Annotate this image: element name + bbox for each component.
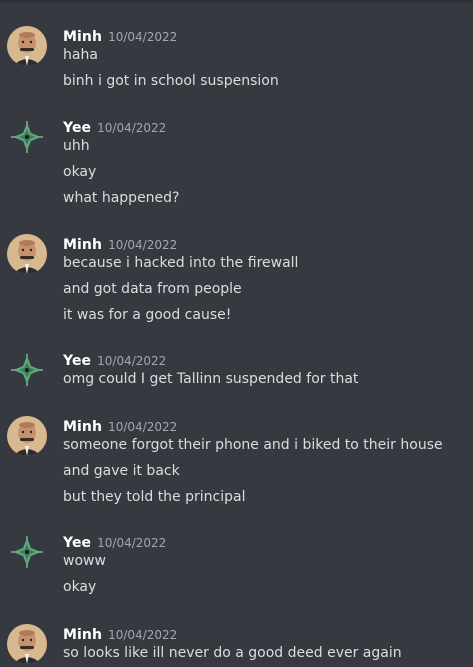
message-text: so looks like ill never do a good deed e… bbox=[63, 645, 402, 661]
message-header: Minh 10/04/2022 bbox=[63, 26, 178, 45]
username[interactable]: Yee bbox=[63, 535, 91, 551]
message-text: and gave it back bbox=[63, 463, 180, 479]
message-header: Minh 10/04/2022 bbox=[63, 624, 178, 643]
timestamp: 10/04/2022 bbox=[97, 536, 167, 550]
person-avatar-icon[interactable] bbox=[7, 26, 47, 66]
username[interactable]: Yee bbox=[63, 353, 91, 369]
message-text: okay bbox=[63, 579, 97, 595]
timestamp: 10/04/2022 bbox=[97, 121, 167, 135]
message-header: Yee 10/04/2022 bbox=[63, 532, 167, 551]
timestamp: 10/04/2022 bbox=[97, 354, 167, 368]
timestamp: 10/04/2022 bbox=[108, 238, 178, 252]
message-text: because i hacked into the firewall bbox=[63, 255, 299, 271]
person-avatar-icon[interactable] bbox=[7, 624, 47, 664]
message-text: binh i got in school suspension bbox=[63, 73, 279, 89]
message-text: uhh bbox=[63, 138, 90, 154]
person-avatar-icon[interactable] bbox=[7, 234, 47, 274]
username[interactable]: Yee bbox=[63, 120, 91, 136]
username[interactable]: Minh bbox=[63, 29, 102, 45]
top-divider bbox=[0, 0, 473, 3]
message-text: omg could I get Tallinn suspended for th… bbox=[63, 371, 359, 387]
username[interactable]: Minh bbox=[63, 419, 102, 435]
green-sparkle-avatar-icon[interactable] bbox=[7, 117, 47, 157]
message-text: someone forgot their phone and i biked t… bbox=[63, 437, 443, 453]
timestamp: 10/04/2022 bbox=[108, 30, 178, 44]
green-sparkle-avatar-icon[interactable] bbox=[7, 350, 47, 390]
message-text: haha bbox=[63, 47, 98, 63]
message-text: okay bbox=[63, 164, 97, 180]
message-text: but they told the principal bbox=[63, 489, 246, 505]
message-header: Yee 10/04/2022 bbox=[63, 117, 167, 136]
message-header: Minh 10/04/2022 bbox=[63, 234, 178, 253]
message-text: it was for a good cause! bbox=[63, 307, 232, 323]
message-header: Minh 10/04/2022 bbox=[63, 416, 178, 435]
person-avatar-icon[interactable] bbox=[7, 416, 47, 456]
message-text: what happened? bbox=[63, 190, 180, 206]
username[interactable]: Minh bbox=[63, 627, 102, 643]
message-header: Yee 10/04/2022 bbox=[63, 350, 167, 369]
message-text: woww bbox=[63, 553, 106, 569]
timestamp: 10/04/2022 bbox=[108, 420, 178, 434]
green-sparkle-avatar-icon[interactable] bbox=[7, 532, 47, 572]
username[interactable]: Minh bbox=[63, 237, 102, 253]
timestamp: 10/04/2022 bbox=[108, 628, 178, 642]
message-text: and got data from people bbox=[63, 281, 242, 297]
